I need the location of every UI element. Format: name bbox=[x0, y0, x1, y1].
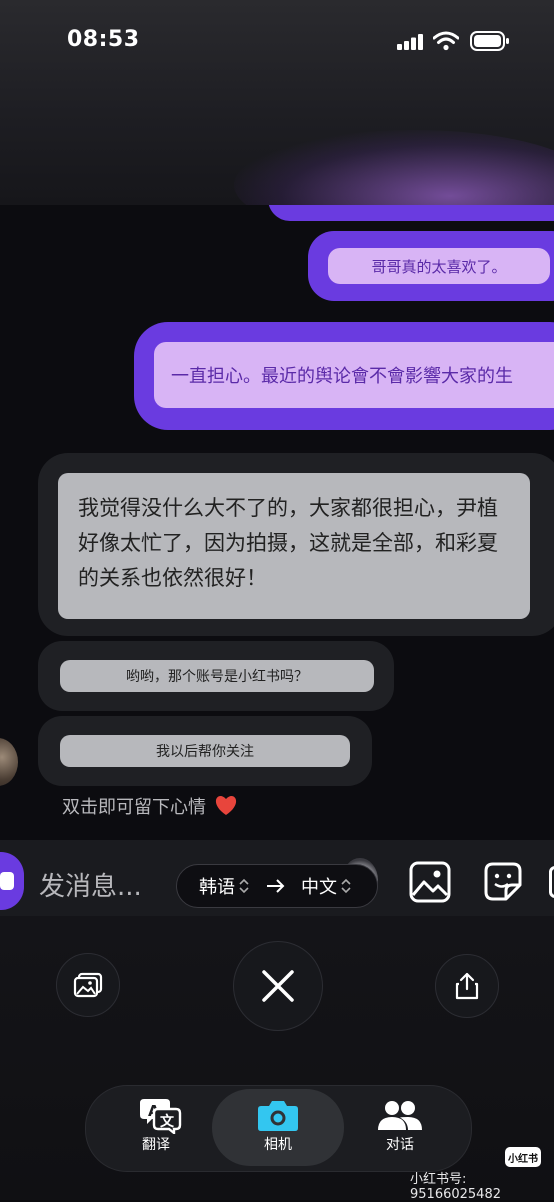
svg-text:文: 文 bbox=[160, 1113, 175, 1130]
watermark-text: 小红书号: 95166025482 bbox=[410, 1172, 501, 1202]
sent-bubble-text: 哥哥真的太喜欢了。 bbox=[328, 248, 550, 284]
tab-label: 相机 bbox=[264, 1137, 292, 1153]
status-time: 08:53 bbox=[67, 27, 140, 52]
battery-icon bbox=[470, 31, 509, 51]
close-icon bbox=[262, 970, 294, 1002]
chat-area[interactable]: 哥哥真的太喜欢了。 一直担心。最近的舆论會不會影響大家的生 我觉得没什么大不了的… bbox=[0, 205, 554, 840]
received-bubble-text: 哟哟，那个账号是小红书吗？ bbox=[60, 660, 374, 692]
source-language-select[interactable]: 韩语 bbox=[199, 873, 250, 899]
sticker-icon[interactable] bbox=[480, 859, 526, 905]
more-icon[interactable] bbox=[549, 866, 554, 898]
camera-icon bbox=[258, 1101, 298, 1131]
updown-chevron-icon bbox=[341, 878, 351, 894]
arrow-right-icon bbox=[267, 879, 285, 893]
language-selector[interactable]: 韩语 中文 bbox=[176, 864, 378, 908]
heart-icon bbox=[215, 796, 236, 815]
received-bubble-text: 我觉得没什么大不了的，大家都很担心，尹植好像太忙了，因为拍摄，这就是全部，和彩夏… bbox=[58, 473, 530, 619]
received-bubble: 哟哟，那个账号是小红书吗？ bbox=[38, 641, 394, 711]
tab-camera[interactable]: 相机 bbox=[238, 1098, 318, 1154]
close-button[interactable] bbox=[233, 941, 323, 1031]
sent-bubble: 一直担心。最近的舆论會不會影響大家的生 bbox=[134, 322, 554, 430]
sent-bubble: 哥哥真的太喜欢了。 bbox=[308, 231, 554, 301]
tab-label: 对话 bbox=[386, 1137, 414, 1153]
message-input[interactable]: 发消息... bbox=[39, 866, 142, 903]
received-bubble-text: 我以后帮你关注 bbox=[60, 735, 350, 767]
tab-translate[interactable]: A 文 翻译 bbox=[116, 1096, 196, 1154]
translate-icon: A 文 bbox=[140, 1099, 182, 1134]
received-bubble: 我以后帮你关注 bbox=[38, 716, 372, 786]
updown-chevron-icon bbox=[239, 878, 249, 894]
cellular-signal-icon bbox=[397, 34, 423, 50]
tab-label: 翻译 bbox=[142, 1137, 170, 1153]
purple-glow bbox=[234, 130, 554, 205]
share-button[interactable] bbox=[435, 954, 499, 1018]
image-icon[interactable] bbox=[407, 859, 453, 905]
tab-conversation[interactable]: 对话 bbox=[360, 1098, 440, 1154]
received-bubble: 我觉得没什么大不了的，大家都很担心，尹植好像太忙了，因为拍摄，这就是全部，和彩夏… bbox=[38, 453, 554, 636]
target-language-select[interactable]: 中文 bbox=[301, 873, 352, 899]
double-tap-hint: 双击即可留下心情 bbox=[62, 793, 238, 819]
sent-bubble-text: 一直担心。最近的舆论會不會影響大家的生 bbox=[154, 342, 554, 408]
avatar[interactable] bbox=[0, 738, 18, 786]
share-icon bbox=[455, 972, 479, 1000]
xiaohongshu-logo: 小红书 bbox=[505, 1147, 541, 1167]
gallery-icon bbox=[73, 972, 103, 998]
gallery-button[interactable] bbox=[56, 953, 120, 1017]
wifi-icon bbox=[433, 31, 459, 51]
sent-bubble-partial bbox=[268, 205, 554, 221]
people-icon bbox=[378, 1101, 422, 1130]
